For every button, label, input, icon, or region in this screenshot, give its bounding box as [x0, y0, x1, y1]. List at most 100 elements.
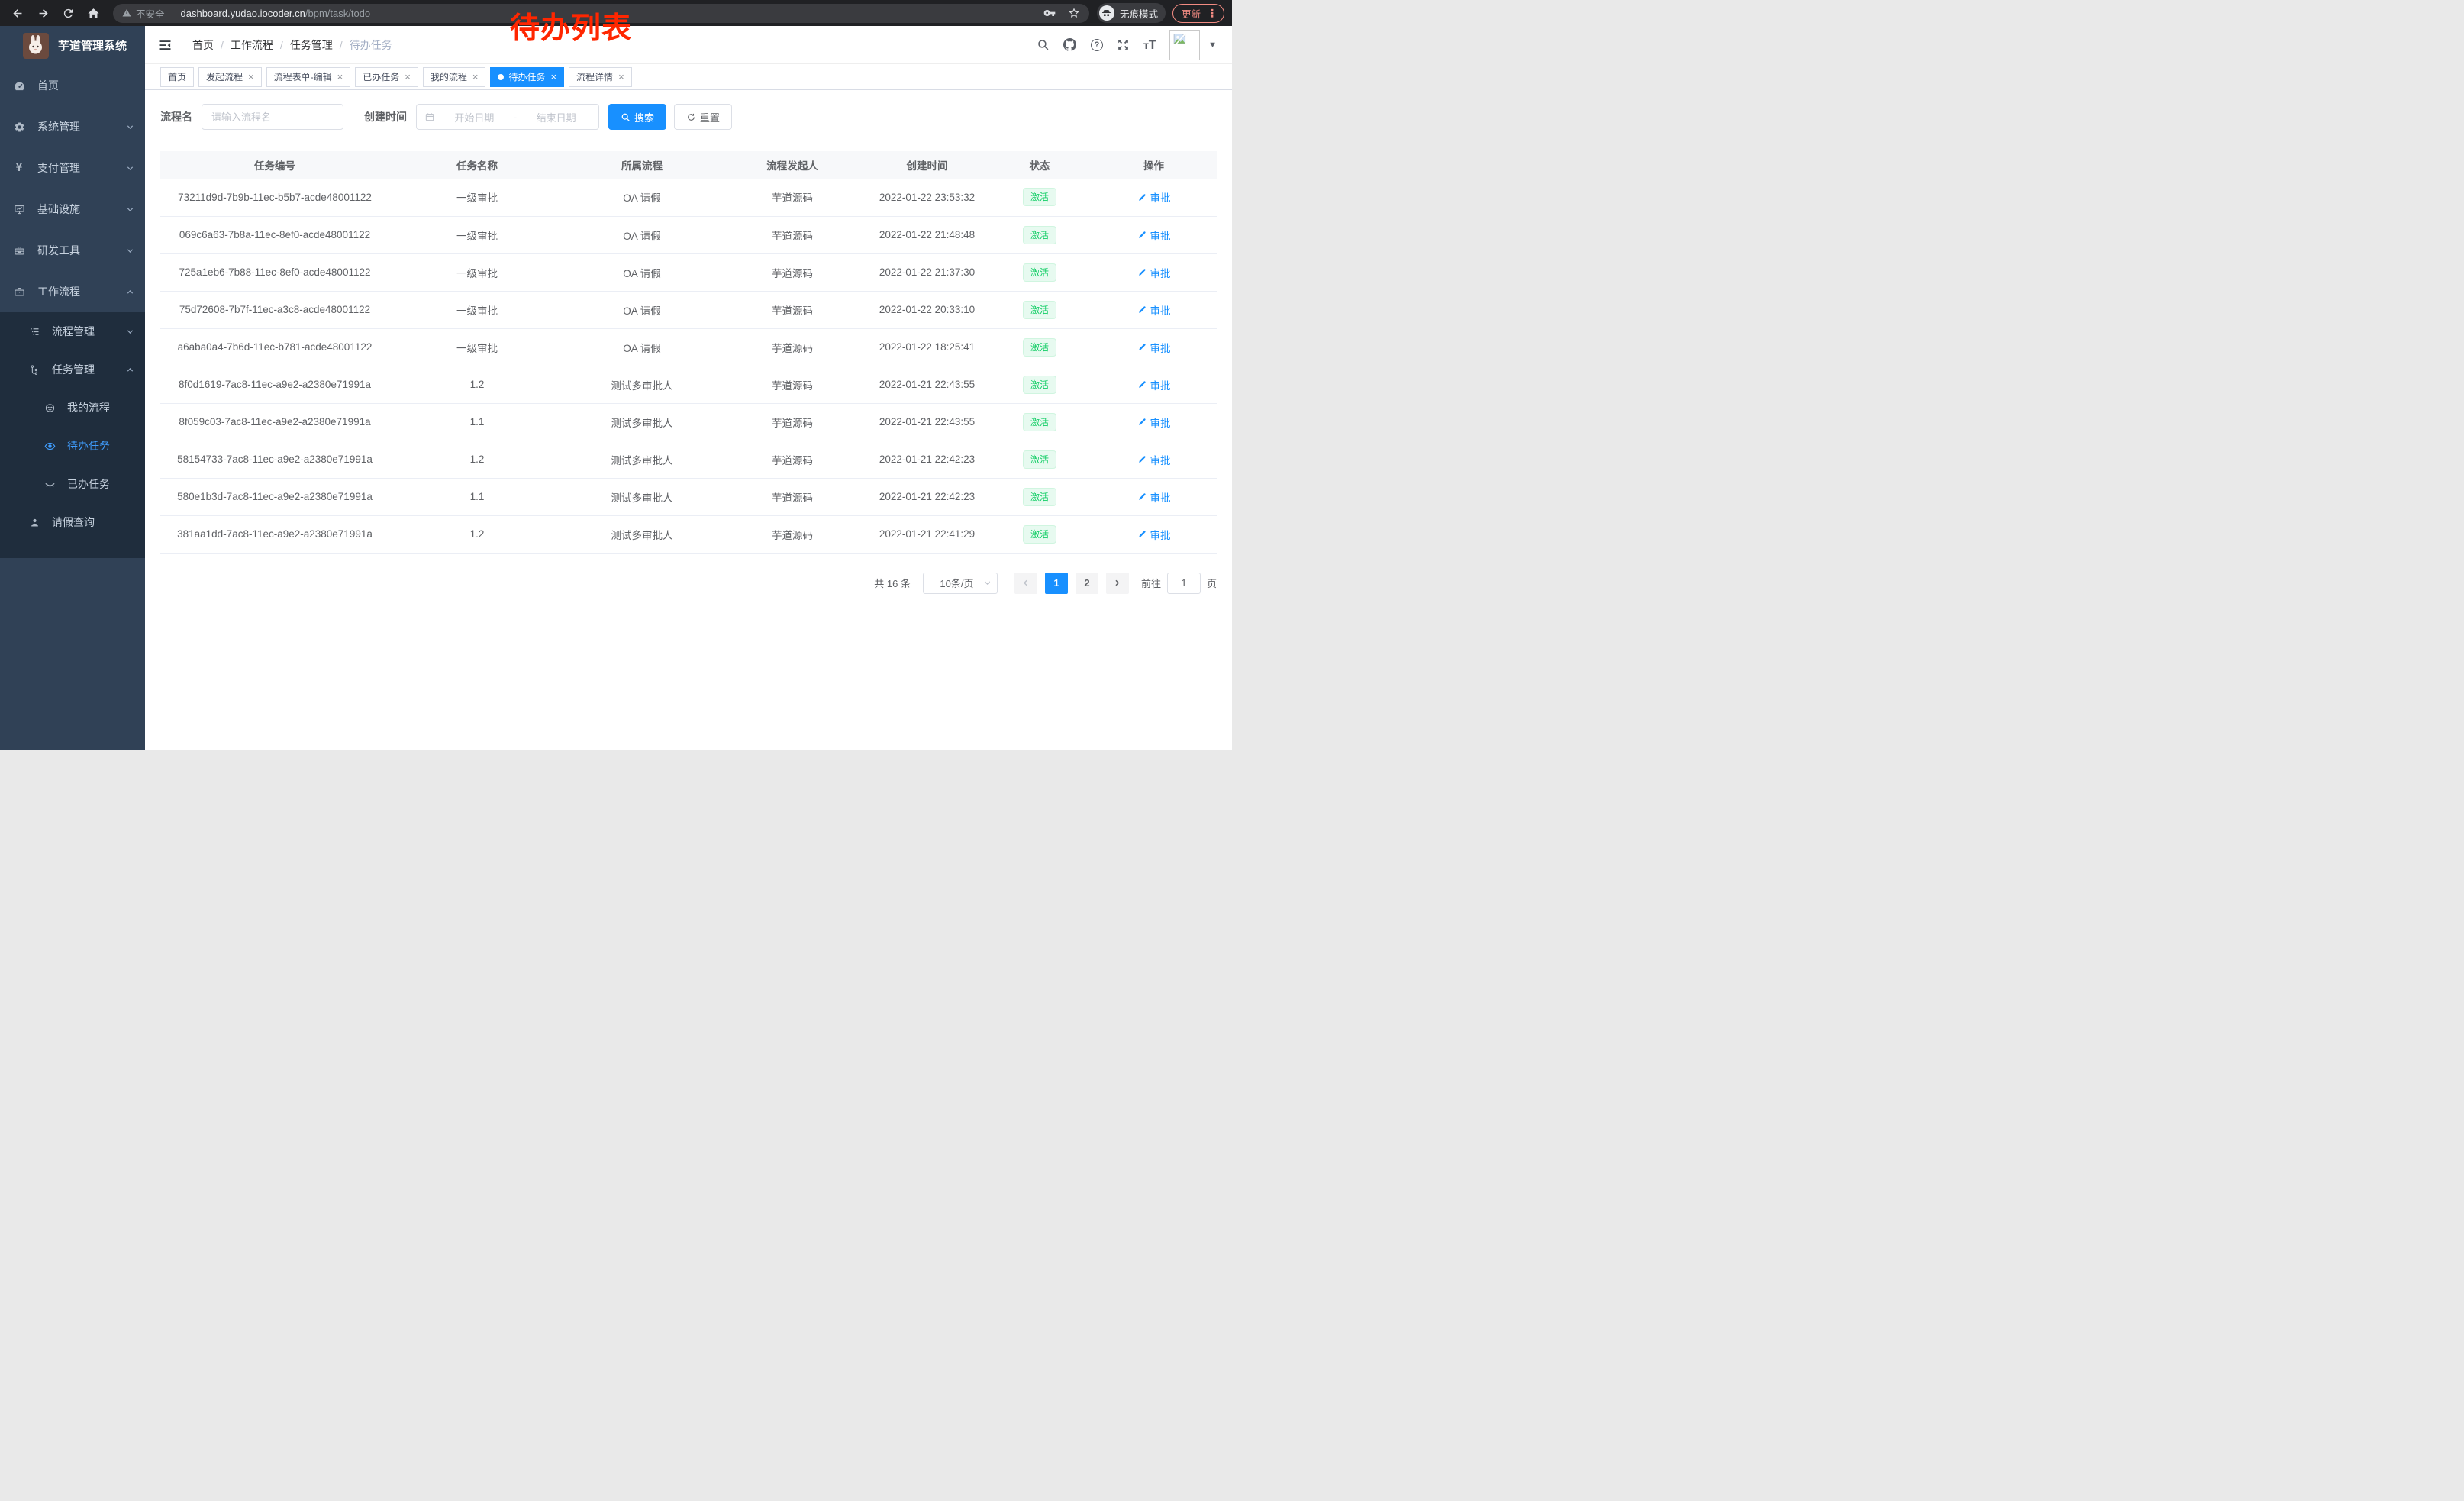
font-size-icon[interactable]: TT	[1143, 37, 1156, 53]
tab-todo-tasks[interactable]: 待办任务×	[490, 67, 564, 87]
flow-icon	[28, 363, 40, 376]
table-row: 725a1eb6-7b88-11ec-8ef0-acde48001122 一级审…	[160, 253, 1217, 291]
starter-cell: 芋道源码	[719, 515, 866, 553]
approve-link[interactable]: 审批	[1137, 302, 1171, 318]
task-id-cell: 381aa1dd-7ac8-11ec-a9e2-a2380e71991a	[160, 515, 389, 553]
edit-icon	[1137, 192, 1147, 202]
tab-process-detail[interactable]: 流程详情×	[569, 67, 632, 87]
tab-form-edit[interactable]: 流程表单-编辑×	[266, 67, 351, 87]
created-cell: 2022-01-21 22:41:29	[866, 515, 989, 553]
reload-icon[interactable]	[61, 6, 75, 20]
sidebar-item-system[interactable]: 系统管理	[0, 106, 145, 147]
breadcrumb-home[interactable]: 首页	[192, 37, 214, 53]
close-icon[interactable]: ×	[472, 72, 479, 82]
search-icon[interactable]	[1037, 38, 1050, 52]
approve-link[interactable]: 审批	[1137, 228, 1171, 243]
starter-cell: 芋道源码	[719, 366, 866, 403]
process-name-input[interactable]	[202, 104, 343, 130]
security-warning[interactable]: 不安全	[122, 6, 165, 21]
close-icon[interactable]: ×	[337, 72, 343, 82]
task-id-cell: 580e1b3d-7ac8-11ec-a9e2-a2380e71991a	[160, 478, 389, 515]
tab-done-tasks[interactable]: 已办任务×	[355, 67, 418, 87]
task-id-cell: 069c6a63-7b8a-11ec-8ef0-acde48001122	[160, 216, 389, 253]
sidebar-item-payment[interactable]: ¥ 支付管理	[0, 147, 145, 189]
sidebar-item-workflow[interactable]: 工作流程	[0, 271, 145, 312]
avatar-caret-icon[interactable]: ▼	[1208, 40, 1217, 50]
approve-link[interactable]: 审批	[1137, 340, 1171, 355]
table-row: 069c6a63-7b8a-11ec-8ef0-acde48001122 一级审…	[160, 216, 1217, 253]
fullscreen-icon[interactable]	[1117, 38, 1130, 52]
page-size-select[interactable]: 10条/页	[923, 573, 998, 594]
sidebar-item-todo-tasks[interactable]: 待办任务	[0, 427, 145, 465]
sidebar-toggle-icon[interactable]	[157, 37, 173, 53]
sidebar-item-label: 基础设施	[37, 202, 80, 217]
sidebar-item-label: 流程管理	[52, 324, 95, 339]
search-button[interactable]: 搜索	[608, 104, 666, 130]
approve-link[interactable]: 审批	[1137, 489, 1171, 505]
next-page-button[interactable]	[1106, 573, 1129, 594]
home-icon[interactable]	[86, 6, 100, 20]
goto-page-input[interactable]	[1167, 573, 1201, 594]
forward-icon[interactable]	[36, 6, 50, 20]
task-name-cell: 一级审批	[389, 328, 565, 366]
table-row: 73211d9d-7b9b-11ec-b5b7-acde48001122 一级审…	[160, 179, 1217, 216]
approve-link[interactable]: 审批	[1137, 265, 1171, 280]
sidebar-item-process-mgmt[interactable]: 流程管理	[0, 312, 145, 350]
topbar: 首页 / 工作流程 / 任务管理 / 待办任务 ? TT	[145, 26, 1232, 64]
sidebar-item-my-process[interactable]: 我的流程	[0, 389, 145, 427]
bookmark-star-icon[interactable]	[1068, 7, 1080, 19]
chevron-down-icon	[126, 328, 134, 336]
logo-row[interactable]: 芋道管理系统	[0, 26, 145, 65]
breadcrumb-workflow[interactable]: 工作流程	[231, 37, 273, 53]
date-range-picker[interactable]: 开始日期 - 结束日期	[416, 104, 599, 130]
table-row: 8f059c03-7ac8-11ec-a9e2-a2380e71991a 1.1…	[160, 403, 1217, 441]
calendar-icon	[424, 111, 435, 122]
sidebar-item-task-mgmt[interactable]: 任务管理	[0, 350, 145, 389]
tab-my-process[interactable]: 我的流程×	[423, 67, 486, 87]
browser-toolbar: 不安全 dashboard.yudao.iocoder.cn/bpm/task/…	[0, 0, 1232, 26]
help-icon[interactable]: ?	[1090, 38, 1104, 52]
github-icon[interactable]	[1063, 38, 1077, 52]
sidebar-item-label: 研发工具	[37, 243, 80, 258]
back-icon[interactable]	[11, 6, 24, 20]
sidebar-item-home[interactable]: 首页	[0, 65, 145, 106]
status-badge: 激活	[1023, 413, 1056, 431]
approve-link[interactable]: 审批	[1137, 415, 1171, 430]
total-count: 共 16 条	[874, 576, 911, 590]
status-badge: 激活	[1023, 263, 1056, 282]
sidebar-item-leave-query[interactable]: 请假查询	[0, 503, 145, 541]
approve-link[interactable]: 审批	[1137, 377, 1171, 392]
approve-link[interactable]: 审批	[1137, 189, 1171, 205]
starter-cell: 芋道源码	[719, 403, 866, 441]
url-text: dashboard.yudao.iocoder.cn/bpm/task/todo	[181, 8, 371, 19]
url-bar[interactable]: 不安全 dashboard.yudao.iocoder.cn/bpm/task/…	[113, 4, 1089, 23]
edit-icon	[1137, 267, 1147, 277]
starter-cell: 芋道源码	[719, 441, 866, 478]
breadcrumb-task-mgmt[interactable]: 任务管理	[290, 37, 333, 53]
prev-page-button[interactable]	[1014, 573, 1037, 594]
avatar[interactable]	[1169, 30, 1200, 60]
active-dot	[498, 74, 504, 80]
update-button[interactable]: 更新 ⋮	[1172, 4, 1224, 23]
task-name-cell: 1.2	[389, 366, 565, 403]
close-icon[interactable]: ×	[248, 72, 254, 82]
task-name-cell: 1.2	[389, 441, 565, 478]
tab-home[interactable]: 首页	[160, 67, 194, 87]
browser-menu-icon[interactable]: ⋮	[1207, 7, 1217, 20]
sidebar-item-done-tasks[interactable]: 已办任务	[0, 465, 145, 503]
page-button-2[interactable]: 2	[1076, 573, 1098, 594]
table-row: 8f0d1619-7ac8-11ec-a9e2-a2380e71991a 1.2…	[160, 366, 1217, 403]
approve-link[interactable]: 审批	[1137, 452, 1171, 467]
sidebar-item-devtools[interactable]: 研发工具	[0, 230, 145, 271]
tab-start-process[interactable]: 发起流程×	[198, 67, 262, 87]
sidebar-item-infra[interactable]: 基础设施	[0, 189, 145, 230]
page-button-1[interactable]: 1	[1045, 573, 1068, 594]
approve-link[interactable]: 审批	[1137, 527, 1171, 542]
monitor-icon	[13, 203, 25, 215]
reset-button[interactable]: 重置	[674, 104, 732, 130]
goto-label: 前往	[1141, 576, 1161, 590]
close-icon[interactable]: ×	[405, 72, 411, 82]
close-icon[interactable]: ×	[550, 72, 556, 82]
password-key-icon[interactable]	[1043, 7, 1056, 19]
close-icon[interactable]: ×	[618, 72, 624, 82]
